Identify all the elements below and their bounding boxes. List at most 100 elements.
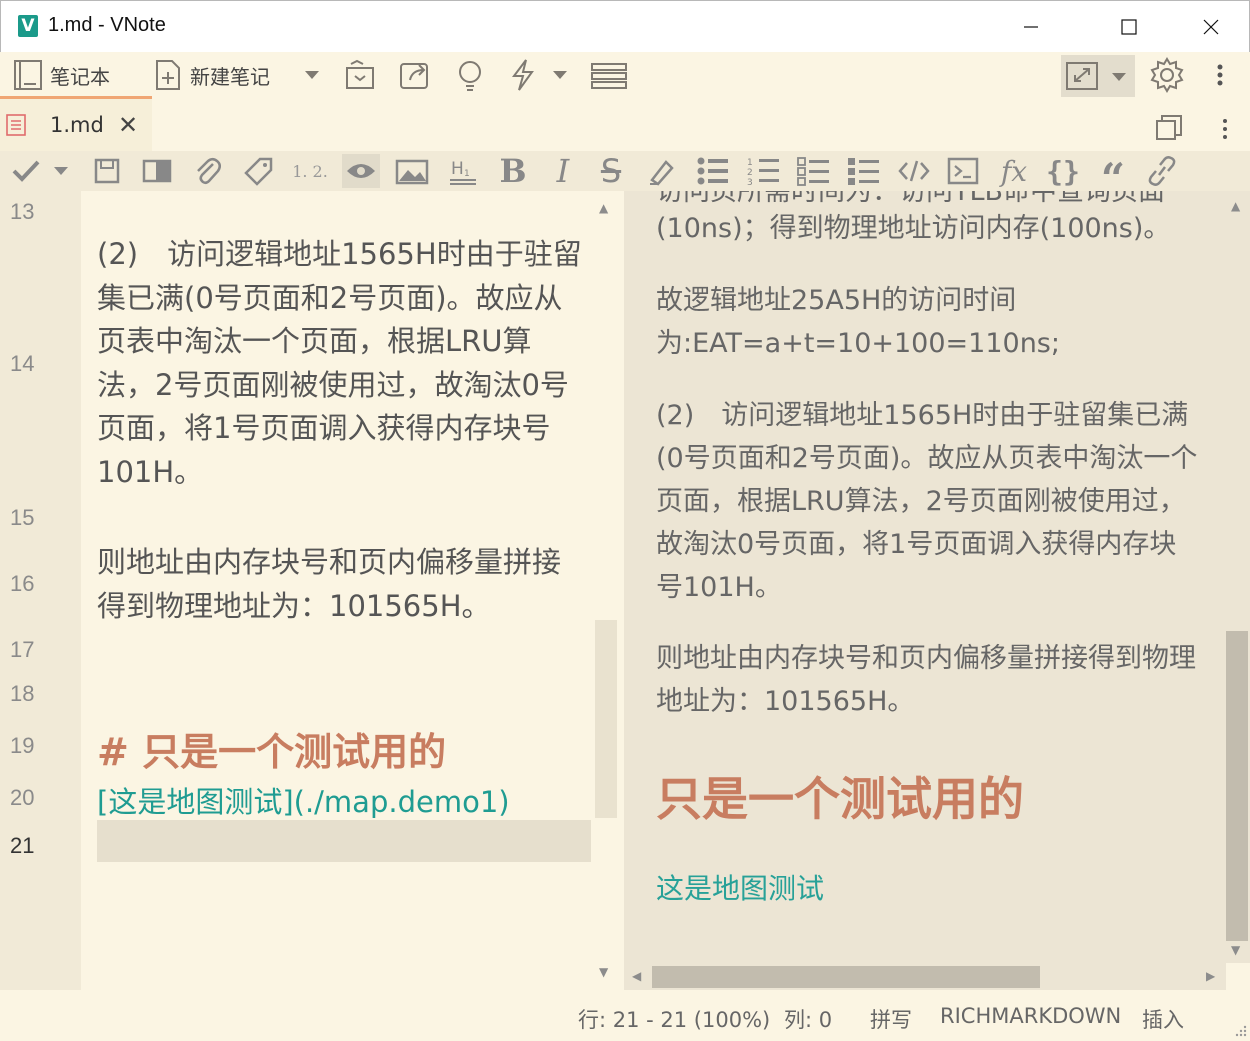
preview-paragraph: 则地址由内存块号和页内偏移量拼接得到物理地址为：101565H。: [656, 643, 1196, 717]
line-number: 15: [10, 505, 35, 530]
italic-icon[interactable]: I: [546, 152, 580, 190]
line-number: 13: [10, 199, 35, 224]
preview-paragraph: 故逻辑地址25A5H的访问时间为:EAT=a+t=10+100=110ns;: [656, 285, 1060, 359]
scroll-up-arrow-icon[interactable]: ▲: [599, 201, 608, 215]
maximize-button[interactable]: [1099, 1, 1159, 53]
line-number: 19: [10, 733, 35, 758]
editor-scrollbar-thumb[interactable]: [595, 620, 617, 818]
new-note-dropdown[interactable]: [304, 56, 320, 94]
bold-icon[interactable]: B: [496, 152, 530, 190]
editor-mode[interactable]: RICHMARKDOWN: [940, 1004, 1121, 1028]
more-menu-button[interactable]: [1214, 56, 1226, 94]
save-icon[interactable]: [90, 154, 124, 188]
active-tab-indicator: [0, 96, 152, 99]
spell-check-toggle[interactable]: 拼写: [870, 1004, 912, 1034]
quick-action-dropdown[interactable]: [552, 56, 568, 94]
chevron-down-icon: [1112, 73, 1126, 81]
editor-paragraph: (2) 访问逻辑地址1565H时由于驻留集已满(0号页面和2号页面)。故应从页表…: [97, 237, 582, 489]
attachment-icon[interactable]: [190, 154, 224, 188]
minimize-button[interactable]: [1001, 1, 1061, 53]
svg-text:1: 1: [464, 169, 470, 179]
tab-more-icon[interactable]: [1219, 115, 1231, 145]
notebook-icon: [14, 60, 42, 90]
check-icon[interactable]: [8, 154, 44, 188]
insert-mode: 插入: [1142, 1008, 1184, 1032]
expand-mode-button[interactable]: [1061, 55, 1135, 97]
inline-code-icon[interactable]: [895, 154, 933, 188]
new-note-label: 新建笔记: [190, 64, 270, 89]
editor-paragraph: 则地址由内存块号和页内偏移量拼接得到物理地址为：101565H。: [97, 545, 562, 623]
lightning-icon: [512, 59, 534, 91]
strikethrough-icon[interactable]: S: [594, 152, 628, 190]
new-note-button[interactable]: 新建笔记: [152, 56, 270, 94]
scroll-up-arrow-icon[interactable]: ▲: [1231, 199, 1240, 213]
line-number: 14: [10, 351, 35, 376]
line-number-gutter: 13 14 15 16 17 18 19 20 21: [0, 191, 81, 990]
cursor-position: 行: 21 - 21 (100%): [578, 1008, 771, 1032]
link-icon[interactable]: [1144, 154, 1180, 188]
close-window-button[interactable]: [1181, 1, 1241, 53]
notebook-button[interactable]: 笔记本: [12, 56, 110, 94]
current-line-number: 21: [10, 833, 35, 858]
heading-sequence-icon[interactable]: 1. 2.: [290, 154, 330, 188]
editor-heading: # 只是一个测试用的: [97, 730, 447, 774]
braces-icon[interactable]: {}: [1044, 154, 1082, 188]
editor-link[interactable]: [这是地图测试](./map.demo1): [97, 779, 510, 821]
line-number: 16: [10, 571, 35, 596]
tips-button[interactable]: [453, 56, 487, 94]
image-icon[interactable]: [394, 154, 430, 188]
editor-toolbar: 1. 2. H1 B I S 123 fx {} “: [0, 151, 1250, 203]
checked-list-icon[interactable]: [845, 154, 883, 188]
preview-horizontal-thumb[interactable]: [652, 966, 1040, 988]
outline-icon[interactable]: [140, 154, 174, 188]
expand-icon: [1066, 62, 1098, 90]
svg-text:H: H: [451, 159, 464, 179]
layout-icon: [591, 63, 627, 89]
highlight-icon[interactable]: [644, 154, 678, 188]
math-icon[interactable]: fx: [996, 154, 1032, 188]
settings-button[interactable]: [1148, 56, 1186, 94]
line-number: 17: [10, 637, 35, 662]
heading-icon[interactable]: H1: [446, 154, 480, 188]
tab-bar: 1.md ✕: [0, 99, 1250, 151]
quote-icon[interactable]: “: [1094, 154, 1132, 203]
scroll-left-arrow-icon[interactable]: ◀: [632, 969, 641, 983]
preview-paragraph: (10ns)；得到物理地址访问内存(100ns)。: [656, 213, 1171, 244]
chevron-down-icon: [305, 71, 319, 79]
quick-action-button[interactable]: [508, 56, 538, 94]
export-button[interactable]: [398, 56, 432, 94]
line-number: 20: [10, 785, 35, 810]
preview-paragraph: (2) 访问逻辑地址1565H时由于驻留集已满(0号页面和2号页面)。故应从页表…: [656, 400, 1198, 603]
code-block-icon[interactable]: [945, 154, 981, 188]
export-icon: [400, 63, 428, 89]
markdown-editor[interactable]: (2) 访问逻辑地址1565H时由于驻留集已满(0号页面和2号页面)。故应从页表…: [81, 191, 621, 990]
vnote-logo-icon: V: [18, 15, 38, 37]
column-indicator: 列: 0: [784, 1008, 833, 1032]
split-window-icon[interactable]: [1154, 113, 1184, 143]
tab-1-md[interactable]: 1.md ✕: [0, 99, 152, 151]
svg-text:2: 2: [747, 168, 753, 178]
lightbulb-icon: [459, 61, 481, 91]
preview-eye-icon[interactable]: [342, 154, 380, 188]
more-vertical-icon: [1217, 64, 1223, 86]
ordered-list-icon[interactable]: 123: [745, 154, 783, 188]
dropdown-icon[interactable]: [50, 154, 72, 188]
scroll-right-arrow-icon[interactable]: ▶: [1206, 969, 1215, 983]
unordered-list-icon[interactable]: [694, 154, 732, 188]
todo-list-icon[interactable]: [795, 154, 833, 188]
tab-label: 1.md: [50, 113, 104, 137]
import-button[interactable]: [343, 56, 377, 94]
scroll-down-arrow-icon[interactable]: ▼: [599, 965, 608, 979]
import-icon: [346, 59, 374, 89]
preview-heading: 只是一个测试用的: [656, 772, 1024, 826]
resize-grip-icon[interactable]: [1234, 1024, 1248, 1038]
scroll-down-arrow-icon[interactable]: ▼: [1231, 943, 1240, 957]
markdown-preview: 访问页所需时间为：访问TLB命中查询页面 (10ns)；得到物理地址访问内存(1…: [624, 191, 1226, 963]
tag-icon[interactable]: [242, 154, 276, 188]
preview-scrollbar-thumb[interactable]: [1226, 631, 1248, 941]
preview-link[interactable]: 这是地图测试: [656, 867, 824, 907]
window-title: 1.md - VNote: [48, 14, 166, 36]
chevron-down-icon: [553, 71, 567, 79]
layout-button[interactable]: [590, 56, 628, 94]
close-tab-icon[interactable]: ✕: [118, 111, 138, 139]
